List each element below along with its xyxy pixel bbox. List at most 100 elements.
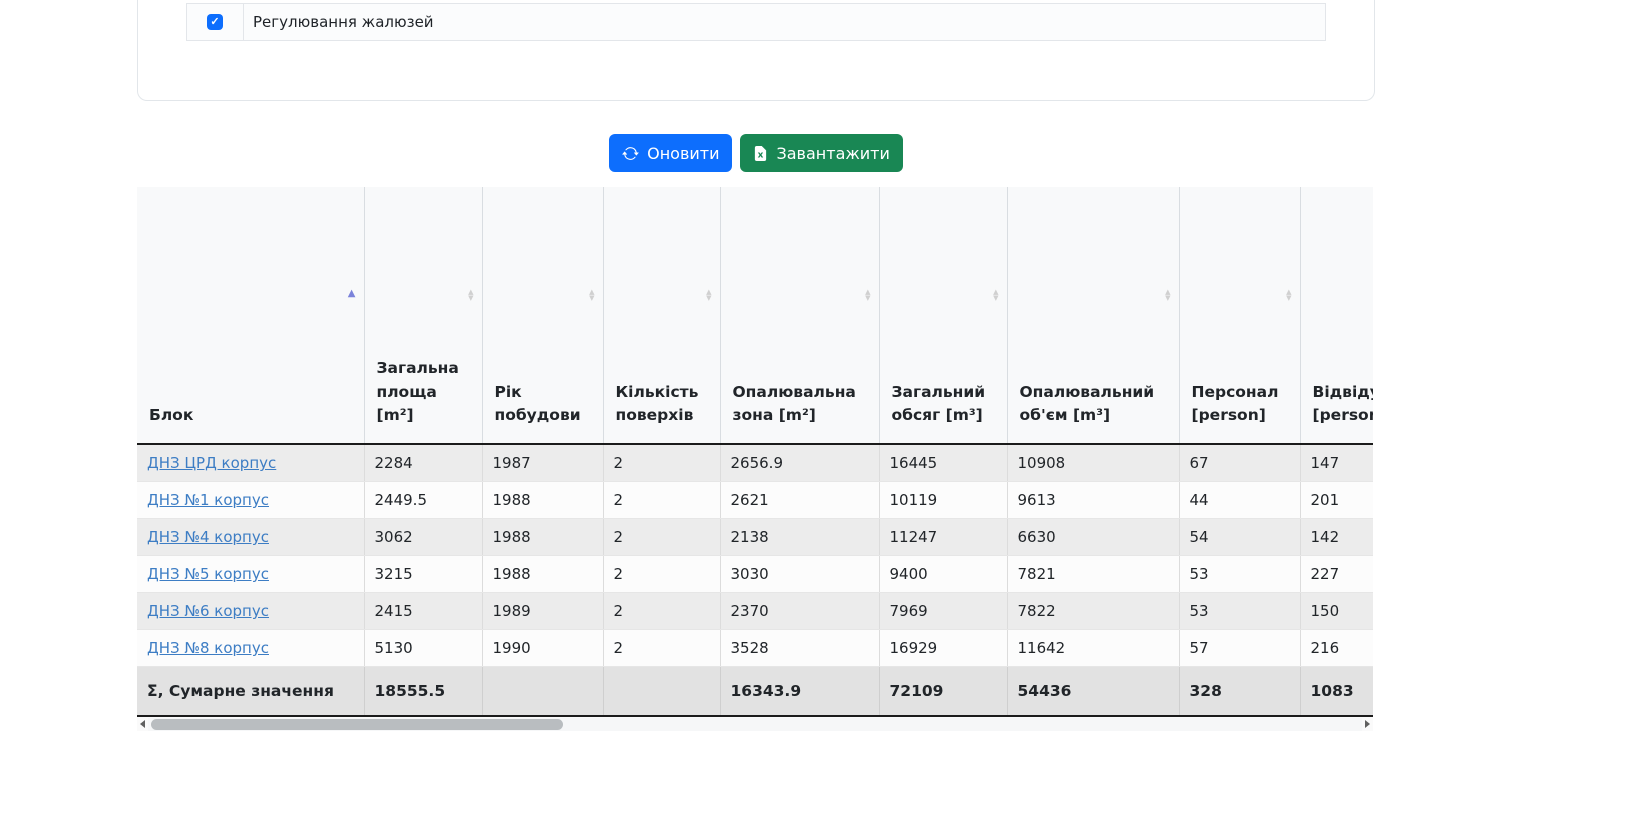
- value-cell: 11642: [1007, 630, 1179, 667]
- table-body: ДНЗ ЦРД корпус2284198722656.916445109086…: [137, 444, 1373, 667]
- table-row: ДНЗ №8 корпус513019902352816929116425721…: [137, 630, 1373, 667]
- column-header-3[interactable]: ▲▼ Кількість поверхів: [603, 187, 720, 444]
- value-cell: 2: [603, 519, 720, 556]
- block-link[interactable]: ДНЗ №4 корпус: [147, 528, 269, 546]
- value-cell: 5130: [364, 630, 482, 667]
- column-header-0[interactable]: ▲ Блок: [137, 187, 364, 444]
- svg-text:x: x: [758, 150, 764, 160]
- value-cell: 2284: [364, 444, 482, 482]
- value-cell: 201: [1300, 482, 1373, 519]
- block-link[interactable]: ДНЗ №8 корпус: [147, 639, 269, 657]
- summary-value-cell: [603, 667, 720, 717]
- column-header-8[interactable]: ▲▼Відвідувачі [person]: [1300, 187, 1373, 444]
- download-button-label: Завантажити: [776, 144, 889, 163]
- value-cell: 2: [603, 630, 720, 667]
- sort-both-icon: ▲▼: [1286, 289, 1291, 301]
- table-row: ДНЗ ЦРД корпус2284198722656.916445109086…: [137, 444, 1373, 482]
- table-scroll-viewport: ▲Блок▲▼Загальна площа [m²]▲▼Рік побудови…: [137, 187, 1373, 717]
- buildings-table: ▲Блок▲▼Загальна площа [m²]▲▼Рік побудови…: [137, 187, 1373, 717]
- block-cell: ДНЗ №1 корпус: [137, 482, 364, 519]
- column-header-label: Персонал [person]: [1192, 381, 1290, 428]
- summary-value-cell: 16343.9: [720, 667, 879, 717]
- sort-both-icon: ▲▼: [468, 289, 473, 301]
- value-cell: 216: [1300, 630, 1373, 667]
- options-list: Регулювання жалюзей: [186, 3, 1326, 41]
- table-row: ДНЗ №5 корпус32151988230309400782153227: [137, 556, 1373, 593]
- value-cell: 1990: [482, 630, 603, 667]
- column-header-5[interactable]: ▲▼ Загальний обсяг [m³]: [879, 187, 1007, 444]
- value-cell: 1989: [482, 593, 603, 630]
- summary-label-cell: Σ, Сумарне значення: [137, 667, 364, 717]
- value-cell: 7821: [1007, 556, 1179, 593]
- block-link[interactable]: ДНЗ ЦРД корпус: [147, 454, 276, 472]
- summary-value-cell: 1083: [1300, 667, 1373, 717]
- scrollbar-thumb[interactable]: [151, 719, 563, 730]
- value-cell: 9613: [1007, 482, 1179, 519]
- value-cell: 10908: [1007, 444, 1179, 482]
- value-cell: 54: [1179, 519, 1300, 556]
- scroll-right-icon[interactable]: [1362, 718, 1373, 731]
- refresh-button-label: Оновити: [647, 144, 719, 163]
- value-cell: 2: [603, 556, 720, 593]
- page-content: Регулювання жалюзей Оновити x Завантажит…: [137, 0, 1375, 731]
- value-cell: 3030: [720, 556, 879, 593]
- column-header-4[interactable]: ▲▼Опалювальна зона [m²]: [720, 187, 879, 444]
- value-cell: 1988: [482, 556, 603, 593]
- refresh-icon: [622, 145, 639, 162]
- value-cell: 2449.5: [364, 482, 482, 519]
- option-label: Регулювання жалюзей: [244, 4, 434, 40]
- value-cell: 2621: [720, 482, 879, 519]
- horizontal-scrollbar[interactable]: [137, 717, 1373, 731]
- value-cell: 2370: [720, 593, 879, 630]
- value-cell: 9400: [879, 556, 1007, 593]
- download-excel-button[interactable]: x Завантажити: [740, 134, 902, 172]
- value-cell: 16445: [879, 444, 1007, 482]
- value-cell: 227: [1300, 556, 1373, 593]
- column-header-label: Рік побудови: [495, 381, 593, 428]
- summary-value-cell: [482, 667, 603, 717]
- value-cell: 1987: [482, 444, 603, 482]
- refresh-button[interactable]: Оновити: [609, 134, 732, 172]
- scrollbar-track[interactable]: [148, 718, 1362, 731]
- option-checkbox-cell: [187, 4, 244, 40]
- column-header-label: Опалювальна зона [m²]: [733, 381, 869, 428]
- option-row: Регулювання жалюзей: [187, 4, 1325, 40]
- column-header-label: Кількість поверхів: [616, 381, 710, 428]
- option-checkbox[interactable]: [207, 14, 223, 30]
- column-header-6[interactable]: ▲▼Опалювальний об'єм [m³]: [1007, 187, 1179, 444]
- options-card: Регулювання жалюзей: [137, 0, 1375, 101]
- sort-both-icon: ▲▼: [706, 289, 711, 301]
- value-cell: 53: [1179, 556, 1300, 593]
- column-header-label: Загальна площа [m²]: [377, 357, 472, 427]
- block-link[interactable]: ДНЗ №6 корпус: [147, 602, 269, 620]
- table-row: ДНЗ №6 корпус24151989223707969782253150: [137, 593, 1373, 630]
- block-link[interactable]: ДНЗ №1 корпус: [147, 491, 269, 509]
- scroll-left-icon[interactable]: [137, 718, 148, 731]
- value-cell: 57: [1179, 630, 1300, 667]
- column-header-label: Блок: [149, 404, 354, 427]
- block-cell: ДНЗ ЦРД корпус: [137, 444, 364, 482]
- summary-value-cell: 328: [1179, 667, 1300, 717]
- column-header-2[interactable]: ▲▼Рік побудови: [482, 187, 603, 444]
- sort-ascending-icon: ▲: [348, 289, 356, 299]
- value-cell: 2: [603, 444, 720, 482]
- column-header-label: Загальний обсяг [m³]: [892, 381, 997, 428]
- value-cell: 147: [1300, 444, 1373, 482]
- toolbar: Оновити x Завантажити: [137, 134, 1375, 172]
- column-header-7[interactable]: ▲▼ Персонал [person]: [1179, 187, 1300, 444]
- summary-value-cell: 72109: [879, 667, 1007, 717]
- value-cell: 3062: [364, 519, 482, 556]
- block-link[interactable]: ДНЗ №5 корпус: [147, 565, 269, 583]
- sort-both-icon: ▲▼: [993, 289, 998, 301]
- column-header-label: Відвідувачі [person]: [1313, 381, 1374, 428]
- value-cell: 1988: [482, 519, 603, 556]
- value-cell: 2415: [364, 593, 482, 630]
- value-cell: 11247: [879, 519, 1007, 556]
- block-cell: ДНЗ №8 корпус: [137, 630, 364, 667]
- column-header-1[interactable]: ▲▼ Загальна площа [m²]: [364, 187, 482, 444]
- value-cell: 2: [603, 482, 720, 519]
- value-cell: 7969: [879, 593, 1007, 630]
- table-row: ДНЗ №4 корпус306219882213811247663054142: [137, 519, 1373, 556]
- value-cell: 6630: [1007, 519, 1179, 556]
- value-cell: 7822: [1007, 593, 1179, 630]
